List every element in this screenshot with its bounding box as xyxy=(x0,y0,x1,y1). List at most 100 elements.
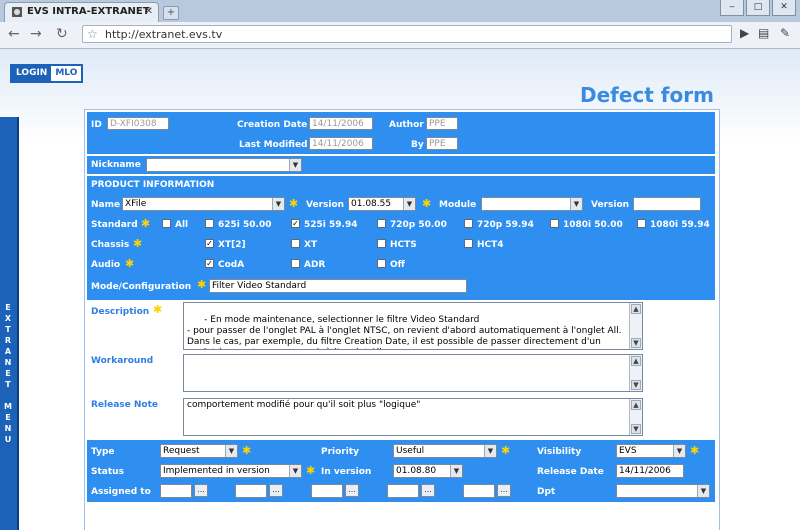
chevron-down-icon: ▼ xyxy=(289,465,301,477)
standard-1080i50-label: 1080i 50.00 xyxy=(563,220,623,230)
new-tab-button[interactable]: + xyxy=(163,6,179,20)
required-star-icon: ✱ xyxy=(125,257,135,270)
release-date-input[interactable]: 14/11/2006 xyxy=(616,464,684,478)
product-name-select[interactable]: XFile ▼ xyxy=(122,197,285,211)
close-window-button[interactable]: ✕ xyxy=(772,0,796,16)
release-note-text: comportement modifié pour qu'il soit plu… xyxy=(187,400,421,410)
login-link[interactable]: LOGIN xyxy=(12,66,52,81)
release-note-scrollbar[interactable]: ▲ ▼ xyxy=(629,399,642,435)
assigned-to-picker-button-1[interactable]: ... xyxy=(194,484,208,497)
type-select[interactable]: Request ▼ xyxy=(160,444,238,458)
required-star-icon: ✱ xyxy=(141,217,151,230)
status-select[interactable]: Implemented in version ▼ xyxy=(160,464,302,478)
standard-1080i59-checkbox[interactable] xyxy=(637,219,646,228)
required-star-icon: ✱ xyxy=(153,303,163,316)
chassis-hcts-checkbox[interactable] xyxy=(377,239,386,248)
module-select[interactable]: ▼ xyxy=(481,197,583,211)
back-icon[interactable]: ← xyxy=(8,26,20,42)
by-label: By xyxy=(411,140,424,150)
go-icon[interactable]: ▶ xyxy=(740,26,749,40)
assigned-to-input-1[interactable] xyxy=(160,484,192,498)
chevron-down-icon: ▼ xyxy=(673,445,685,457)
audio-off-checkbox[interactable] xyxy=(377,259,386,268)
assigned-to-input-3[interactable] xyxy=(311,484,343,498)
creation-date-field: 14/11/2006 xyxy=(309,117,373,130)
assigned-to-picker-button-4[interactable]: ... xyxy=(421,484,435,497)
assigned-to-picker-button-5[interactable]: ... xyxy=(497,484,511,497)
product-information-section: PRODUCT INFORMATION Name XFile ▼ ✱ Versio… xyxy=(87,176,715,300)
chassis-xt2-checkbox[interactable]: ✓ xyxy=(205,239,214,248)
workaround-textarea[interactable]: ▲ ▼ xyxy=(183,354,643,392)
chevron-down-icon: ▼ xyxy=(484,445,496,457)
product-info-heading: PRODUCT INFORMATION xyxy=(91,180,215,190)
scroll-up-icon[interactable]: ▲ xyxy=(631,304,641,314)
tab-bar: EVS INTRA-EXTRANET ✕ + ‒ □ ✕ xyxy=(0,0,800,22)
id-field: D-XFI0308 xyxy=(107,117,169,130)
priority-select[interactable]: Useful ▼ xyxy=(393,444,497,458)
audio-adr-checkbox[interactable] xyxy=(291,259,300,268)
sidebar-label: EXTRANETMENU xyxy=(4,303,12,444)
description-text: - En mode maintenance, selectionner le f… xyxy=(187,315,622,349)
standard-all-label: All xyxy=(175,220,189,230)
release-note-textarea[interactable]: comportement modifié pour qu'il soit plu… xyxy=(183,398,643,436)
in-version-select[interactable]: 01.08.80 ▼ xyxy=(393,464,463,478)
visibility-select[interactable]: EVS ▼ xyxy=(616,444,686,458)
author-label: Author xyxy=(389,120,424,130)
standard-1080i50-checkbox[interactable] xyxy=(550,219,559,228)
audio-coda-checkbox[interactable]: ✓ xyxy=(205,259,214,268)
assigned-to-input-2[interactable] xyxy=(235,484,267,498)
page-title: Defect form xyxy=(580,83,714,107)
page-menu-icon[interactable]: ▤ xyxy=(758,26,769,40)
reload-icon[interactable]: ↻ xyxy=(56,26,68,42)
description-scrollbar[interactable]: ▲ ▼ xyxy=(629,303,642,349)
standard-all-checkbox[interactable] xyxy=(162,219,171,228)
scroll-up-icon[interactable]: ▲ xyxy=(631,400,641,410)
extranet-menu-sidebar[interactable]: EXTRANETMENU xyxy=(0,117,19,530)
standard-720p59-label: 720p 59.94 xyxy=(477,220,534,230)
workaround-scrollbar[interactable]: ▲ ▼ xyxy=(629,355,642,391)
chassis-xt-checkbox[interactable] xyxy=(291,239,300,248)
minimize-window-button[interactable]: ‒ xyxy=(720,0,744,16)
version-label: Version xyxy=(306,200,345,210)
description-textarea[interactable]: - En mode maintenance, selectionner le f… xyxy=(183,302,643,350)
nickname-label: Nickname xyxy=(91,160,141,170)
id-label: ID xyxy=(91,120,102,130)
wrench-icon[interactable]: ✎ xyxy=(780,26,790,40)
by-field: PPE xyxy=(426,137,458,150)
forward-icon[interactable]: → xyxy=(30,26,42,42)
assigned-to-label: Assigned to xyxy=(91,487,151,497)
chassis-label: Chassis xyxy=(91,240,130,250)
standard-720p59-checkbox[interactable] xyxy=(464,219,473,228)
scroll-down-icon[interactable]: ▼ xyxy=(631,380,641,390)
mlo-link[interactable]: MLO xyxy=(51,66,81,81)
nickname-select[interactable]: ▼ xyxy=(146,158,302,172)
module-version-input[interactable] xyxy=(633,197,701,211)
scroll-down-icon[interactable]: ▼ xyxy=(631,338,641,348)
standard-720p50-checkbox[interactable] xyxy=(377,219,386,228)
dpt-select[interactable]: ▼ xyxy=(616,484,710,498)
audio-adr-label: ADR xyxy=(304,260,326,270)
assigned-to-picker-button-3[interactable]: ... xyxy=(345,484,359,497)
version-select[interactable]: 01.08.55 ▼ xyxy=(348,197,416,211)
browser-tab[interactable]: EVS INTRA-EXTRANET ✕ xyxy=(4,2,159,22)
type-label: Type xyxy=(91,447,115,457)
assigned-to-input-4[interactable] xyxy=(387,484,419,498)
required-star-icon: ✱ xyxy=(501,444,511,457)
bookmark-star-icon[interactable]: ☆ xyxy=(87,27,98,41)
mode-configuration-input[interactable]: Filter Video Standard xyxy=(209,279,467,293)
assigned-to-input-5[interactable] xyxy=(463,484,495,498)
close-tab-icon[interactable]: ✕ xyxy=(145,6,153,17)
standard-525i-checkbox[interactable]: ✓ xyxy=(291,219,300,228)
address-bar[interactable]: ☆ http://extranet.evs.tv xyxy=(82,25,732,43)
standard-720p50-label: 720p 50.00 xyxy=(390,220,447,230)
chevron-down-icon: ▼ xyxy=(289,159,301,171)
chassis-xt-label: XT xyxy=(304,240,318,250)
standard-625i-checkbox[interactable] xyxy=(205,219,214,228)
scroll-up-icon[interactable]: ▲ xyxy=(631,356,641,366)
scroll-down-icon[interactable]: ▼ xyxy=(631,424,641,434)
maximize-window-button[interactable]: □ xyxy=(746,0,770,16)
audio-coda-label: CodA xyxy=(218,260,245,270)
chassis-hct4-checkbox[interactable] xyxy=(464,239,473,248)
chevron-down-icon: ▼ xyxy=(225,445,237,457)
assigned-to-picker-button-2[interactable]: ... xyxy=(269,484,283,497)
